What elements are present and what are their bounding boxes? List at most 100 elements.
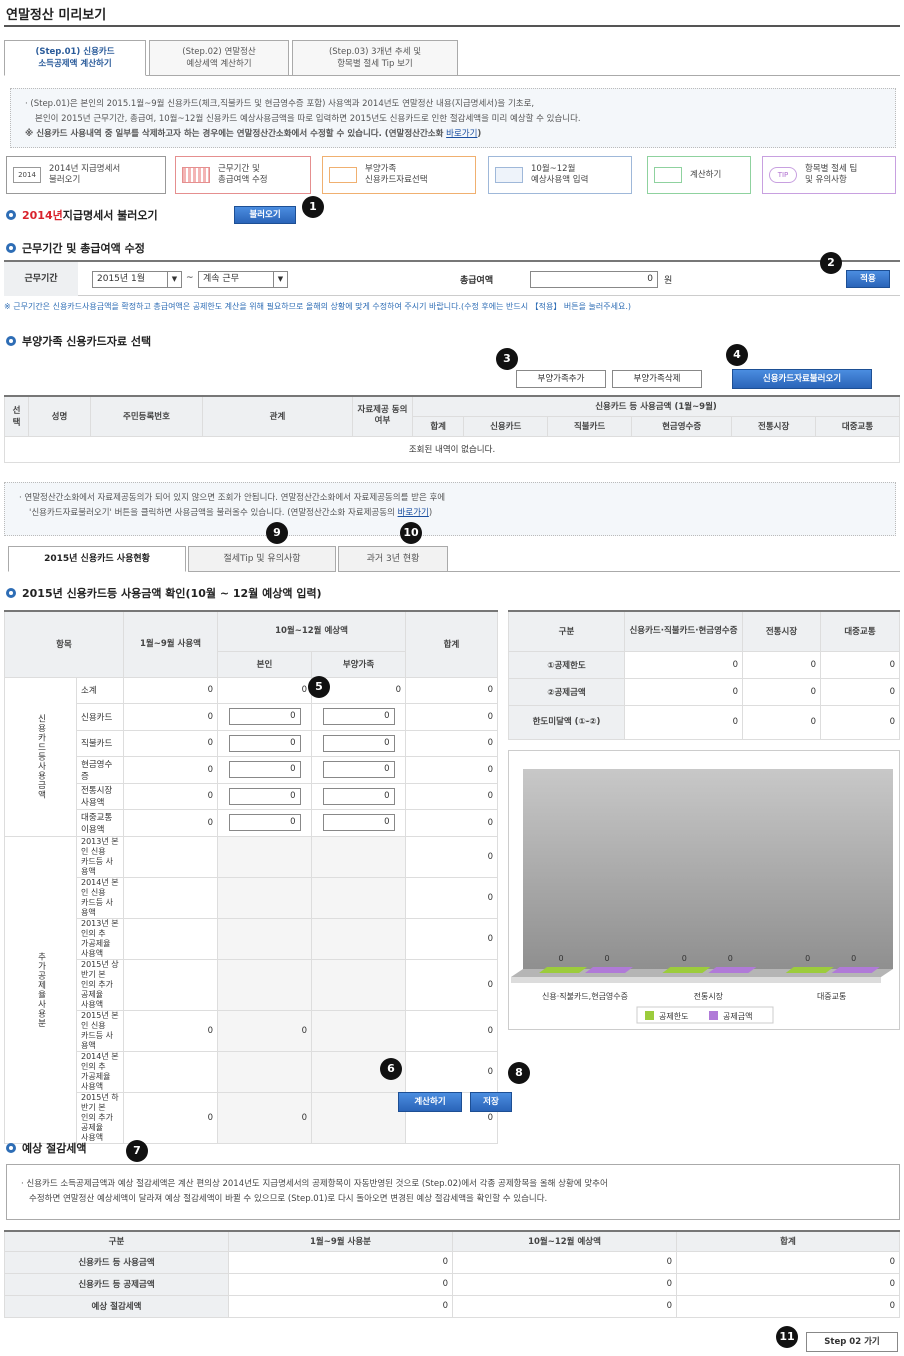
col-rrn: 주민등록번호 — [90, 395, 203, 437]
flow-2-line2: 총급여액 수정 — [218, 175, 268, 185]
deduction-chart: 0 0 신용·직불카드,현금영수증 0 0 전통시장 0 0 대중교통공제한도 공제금액 — [511, 769, 893, 1024]
savings-cell: 0 — [676, 1294, 900, 1318]
intro-shortcut-link[interactable]: 바로가기 — [446, 129, 477, 139]
tab-2015-usage[interactable]: 2015년 신용카드 사용현황 — [8, 546, 186, 572]
col-self: 본인 — [217, 650, 312, 678]
section-bullet-icon — [6, 588, 16, 598]
self-amount-input[interactable]: 0 — [228, 787, 301, 805]
self-amount-input[interactable]: 0 — [228, 814, 301, 832]
usage-cell-self: 0 — [217, 1009, 312, 1052]
step-tab-3[interactable]: (Step.03) 3개년 추세 및 항목별 절세 Tip 보기 — [292, 40, 458, 76]
save-button[interactable]: 저장 — [470, 1092, 512, 1112]
dependent-amount-input[interactable]: 0 — [322, 787, 395, 805]
row-label-line3: 사용액 — [81, 999, 104, 1009]
next-step-button[interactable]: Step 02 가기 — [806, 1332, 898, 1352]
section-title-rest: 지급명세서 불러오기 — [62, 209, 158, 222]
tab-past-3-years[interactable]: 과거 3년 현황 — [338, 546, 448, 572]
usage-cell-dependent — [311, 917, 406, 960]
savings-cell: 0 — [228, 1294, 453, 1318]
usage-cell-dependent: 0 — [311, 703, 406, 731]
intro-line-3-text: ※ 신용카드 사용내역 중 일부를 삭제하고자 하는 경우에는 연말정산간소화에… — [25, 129, 444, 139]
usage-cell-total: 0 — [405, 703, 498, 731]
usage-cell-dependent — [311, 876, 406, 919]
salary-input[interactable]: 0 — [530, 271, 658, 288]
step-tab-2[interactable]: (Step.02) 연말정산 예상세액 계산하기 — [149, 40, 289, 76]
summary-row-limit: ①공제한도 — [508, 650, 625, 679]
summary-col-card: 신용카드·직불카드·현금영수증 — [624, 610, 743, 652]
col-credit: 신용카드 — [463, 415, 549, 437]
chart-legend-label: 공제한도 — [659, 1012, 688, 1021]
summary-cell: 0 — [742, 704, 821, 740]
marker-9: 9 — [266, 522, 288, 544]
delete-dependent-button[interactable]: 부양가족삭제 — [612, 370, 702, 388]
summary-cell: 0 — [820, 704, 900, 740]
chart-bar — [708, 967, 757, 973]
self-amount-input[interactable]: 0 — [228, 734, 301, 752]
consent-shortcut-link[interactable]: 바로가기 — [398, 508, 429, 518]
usage-cell-total: 0 — [405, 1050, 498, 1093]
usage-cell-jan-sep: 0 — [123, 676, 218, 704]
add-dependent-button[interactable]: 부양가족추가 — [516, 370, 606, 388]
salary-form: 근무기간 2015년 1월 ▼ ~ 계속 근무 ▼ 총급여액 0 원 적용 — [4, 260, 900, 296]
usage-row-label: 현금영수증 — [76, 756, 124, 784]
usage-cell-total: 0 — [405, 1009, 498, 1052]
chart-data-label: 0 — [682, 954, 687, 963]
usage-cell-total: 0 — [405, 958, 498, 1011]
usage-row-label: 2013년 본인 신용 카드등 사용액 — [76, 835, 124, 878]
usage-cell-dependent — [311, 1091, 406, 1144]
usage-cell-total: 0 — [405, 835, 498, 878]
flow-step-tips: TIP 항목별 절세 팁및 유의사항 — [762, 156, 896, 194]
savings-cell: 0 — [676, 1250, 900, 1274]
usage-cell-total: 0 — [405, 876, 498, 919]
step-tab-underline — [146, 75, 900, 76]
section-dependents-title: 부양가족 신용카드자료 선택 — [6, 333, 151, 349]
col-transit: 대중교통 — [815, 415, 900, 437]
section-bullet-icon — [6, 336, 16, 346]
section-salary-title-text: 근무기간 및 총급여액 수정 — [22, 242, 145, 255]
usage-row-label: 2015년 하반기 본 인의 추가공제율 사용액 — [76, 1091, 124, 1144]
flow-2-line1: 근무기간 및 — [218, 164, 260, 174]
chart-data-label: 0 — [805, 954, 810, 963]
dependent-amount-input[interactable]: 0 — [322, 708, 395, 726]
row-label-line2: 가공제율 사용액 — [81, 1071, 111, 1091]
step-tab-1[interactable]: (Step.01) 신용카드 소득공제액 계산하기 — [4, 40, 146, 76]
usage-cell-total: 0 — [405, 676, 498, 704]
self-amount-input[interactable]: 0 — [228, 761, 301, 779]
table-row: 2013년 본인의 추 가공제율 사용액 0 — [5, 917, 498, 960]
usage-row-label: 직불카드 — [76, 729, 124, 757]
tab-tips[interactable]: 절세Tip 및 유의사항 — [188, 546, 336, 572]
apply-button[interactable]: 적용 — [846, 270, 890, 288]
col-sum: 합계 — [411, 415, 465, 437]
period-to-select[interactable]: 계속 근무 ▼ — [198, 271, 288, 288]
card-icon — [495, 167, 523, 183]
dependent-amount-input[interactable]: 0 — [322, 734, 395, 752]
usage-cell-total: 0 — [405, 917, 498, 960]
marker-10: 10 — [400, 522, 422, 544]
marker-2: 2 — [820, 252, 842, 274]
usage-cell-self — [217, 835, 312, 878]
step-tab-1-line1: (Step.01) 신용카드 — [35, 47, 115, 57]
row-label-line1: 2015년 본인 신용 — [81, 1010, 119, 1030]
row-label-line2: 인의 추가공제율 — [81, 979, 113, 999]
deduction-chart-panel: 0 0 신용·직불카드,현금영수증 0 0 전통시장 0 0 대중교통 공제한도 공제금액 — [508, 750, 900, 1030]
col-item: 항목 — [4, 610, 124, 678]
usage-cell-dependent: 0 — [311, 729, 406, 757]
row-label-line2: 카드등 사용액 — [81, 856, 113, 876]
calendar-icon — [182, 167, 210, 183]
flow-5-line1: 계산하기 — [690, 169, 722, 180]
dependent-amount-input[interactable]: 0 — [322, 761, 395, 779]
self-amount-input[interactable]: 0 — [228, 708, 301, 726]
usage-cell-jan-sep: 0 — [123, 729, 218, 757]
calculate-button[interactable]: 계산하기 — [398, 1092, 462, 1112]
load-card-data-button[interactable]: 신용카드자료불러오기 — [732, 369, 872, 389]
load-statement-button[interactable]: 불러오기 — [234, 206, 296, 224]
col-relation: 관계 — [202, 395, 353, 437]
usage-row-label: 2014년 본인 신용 카드등 사용액 — [76, 876, 124, 919]
period-from-select[interactable]: 2015년 1월 ▼ — [92, 271, 182, 288]
savings-line-1: · 신용카드 소득공제금액과 예상 절감세액은 계산 편의상 2014년도 지급… — [21, 1179, 608, 1189]
document-icon: 2014 — [13, 167, 41, 183]
chart-legend-box — [636, 1006, 774, 1024]
flow-3-line1: 부양가족 — [365, 164, 397, 174]
dependent-amount-input[interactable]: 0 — [322, 814, 395, 832]
section-usage-title-text: 2015년 신용카드등 사용금액 확인(10월 ~ 12월 예상액 입력) — [22, 587, 322, 600]
